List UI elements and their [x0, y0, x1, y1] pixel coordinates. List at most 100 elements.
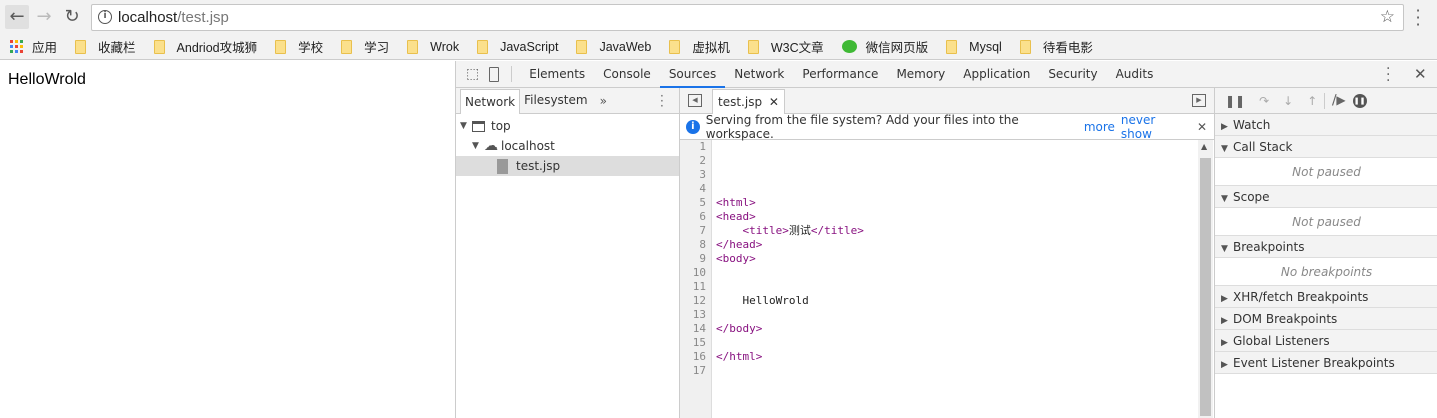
inspect-element-icon[interactable]: ⬚ — [466, 66, 479, 82]
tab-memory[interactable]: Memory — [887, 61, 954, 88]
collapsed-arrow-icon: ▶ — [1221, 338, 1228, 348]
scrollbar-thumb[interactable] — [1200, 158, 1211, 416]
line-number[interactable]: 4 — [680, 182, 711, 196]
bookmark-item[interactable]: 虚拟机 — [669, 37, 730, 56]
section-breakpoints[interactable]: ▼ Breakpoints — [1215, 236, 1437, 258]
file-tab[interactable]: test.jsp ✕ — [712, 88, 785, 114]
more-link[interactable]: more — [1084, 120, 1115, 134]
tab-network[interactable]: Network — [460, 88, 521, 114]
close-infobar-icon[interactable]: ✕ — [1197, 120, 1207, 134]
tab-sources[interactable]: Sources — [659, 61, 726, 88]
folder-icon — [576, 39, 588, 54]
file-tree: ▼ top ▼ ☁ localhost test.jsp — [456, 116, 679, 176]
back-button[interactable]: ← — [5, 5, 29, 29]
code-line: <html> — [716, 196, 756, 209]
devtools-menu-icon[interactable]: · · · — [1386, 62, 1390, 88]
bookmark-item[interactable]: 学校 — [275, 37, 323, 56]
line-number[interactable]: 10 — [680, 266, 711, 280]
pause-on-exceptions-icon[interactable]: ❚❚ — [1352, 93, 1367, 108]
section-global-listeners[interactable]: ▶ Global Listeners — [1215, 330, 1437, 352]
url-path: /test.jsp — [177, 9, 229, 26]
close-devtools-icon[interactable]: ✕ — [1414, 65, 1427, 83]
line-number[interactable]: 9 — [680, 252, 711, 266]
expanded-arrow-icon: ▼ — [1221, 144, 1228, 154]
url-text[interactable]: localhost/test.jsp — [118, 9, 229, 26]
browser-toolbar: ← → ↻ i localhost/test.jsp ☆ · · · — [0, 0, 1437, 34]
toggle-navigator-icon[interactable]: ◀ — [688, 94, 702, 107]
bookmark-label: Mysql — [969, 39, 1002, 54]
tab-security[interactable]: Security — [1039, 61, 1106, 88]
divider — [511, 66, 513, 82]
line-number[interactable]: 7 — [680, 224, 711, 238]
bookmark-item[interactable]: Wrok — [407, 39, 459, 54]
step-over-icon[interactable]: ↷ — [1259, 94, 1269, 108]
tab-audits[interactable]: Audits — [1107, 61, 1163, 88]
code-area[interactable]: <html> <head> <title>测试</title> </head> <bo… — [716, 140, 864, 378]
tab-application[interactable]: Application — [954, 61, 1039, 88]
tab-filesystem[interactable]: Filesystem — [520, 88, 591, 113]
code-line: </head> — [716, 238, 763, 251]
scroll-up-icon[interactable]: ▲ — [1201, 142, 1207, 151]
bookmark-item[interactable]: 收藏栏 — [75, 37, 136, 56]
section-event-listener-breakpoints[interactable]: ▶ Event Listener Breakpoints — [1215, 352, 1437, 374]
section-dom-breakpoints[interactable]: ▶ DOM Breakpoints — [1215, 308, 1437, 330]
line-number[interactable]: 15 — [680, 336, 711, 350]
close-tab-icon[interactable]: ✕ — [769, 95, 779, 109]
pause-icon[interactable]: ❚❚ — [1225, 94, 1245, 108]
line-number[interactable]: 11 — [680, 280, 711, 294]
bookmark-item[interactable]: 待看电影 — [1019, 37, 1093, 56]
line-number[interactable]: 6 — [680, 210, 711, 224]
tab-console[interactable]: Console — [594, 61, 660, 88]
step-out-icon[interactable]: ↑ — [1307, 94, 1317, 108]
bookmark-item[interactable]: Andriod攻城狮 — [153, 37, 257, 56]
tab-performance[interactable]: Performance — [793, 61, 887, 88]
section-scope[interactable]: ▼ Scope — [1215, 186, 1437, 208]
tree-item-top[interactable]: ▼ top — [456, 116, 679, 136]
deactivate-breakpoints-icon[interactable]: ⧸▶ — [1332, 93, 1345, 108]
tree-item-localhost[interactable]: ▼ ☁ localhost — [456, 136, 679, 156]
line-number[interactable]: 5 — [680, 196, 711, 210]
section-xhr-fetch-breakpoints[interactable]: ▶ XHR/fetch Breakpoints — [1215, 286, 1437, 308]
navigator-menu-icon[interactable]: · · · — [660, 90, 664, 112]
section-watch[interactable]: ▶ Watch — [1215, 114, 1437, 136]
tab-network[interactable]: Network — [725, 61, 793, 88]
line-number[interactable]: 12 — [680, 294, 711, 308]
bookmark-item[interactable]: 应用 — [10, 37, 57, 56]
expanded-arrow-icon: ▼ — [1221, 244, 1228, 254]
section-title: Watch — [1233, 118, 1271, 132]
device-toggle-icon[interactable] — [489, 66, 500, 82]
address-bar[interactable]: i localhost/test.jsp ☆ — [91, 4, 1404, 31]
never-show-link[interactable]: never show — [1121, 113, 1189, 141]
tree-item-test-jsp[interactable]: test.jsp — [456, 156, 679, 176]
info-icon[interactable]: i — [98, 10, 112, 24]
step-into-icon[interactable]: ↓ — [1283, 94, 1293, 108]
line-number[interactable]: 2 — [680, 154, 711, 168]
line-number[interactable]: 13 — [680, 308, 711, 322]
line-number[interactable]: 16 — [680, 350, 711, 364]
bookmark-item[interactable]: Mysql — [946, 39, 1002, 54]
line-number[interactable]: 1 — [680, 140, 711, 154]
toggle-debugger-icon[interactable]: ▶ — [1192, 94, 1206, 107]
section-call-stack[interactable]: ▼ Call Stack — [1215, 136, 1437, 158]
bookmark-item[interactable]: W3C文章 — [747, 37, 824, 56]
line-number[interactable]: 14 — [680, 322, 711, 336]
expanded-arrow-icon: ▼ — [1221, 194, 1228, 204]
more-tabs-icon[interactable]: » — [600, 94, 607, 108]
bookmark-star-icon[interactable]: ☆ — [1380, 7, 1395, 27]
line-number[interactable]: 8 — [680, 238, 711, 252]
tab-elements[interactable]: Elements — [520, 61, 594, 88]
expand-arrow-icon: ▼ — [472, 141, 479, 151]
forward-button[interactable]: → — [32, 5, 56, 29]
bookmark-item[interactable]: JavaScript — [477, 39, 558, 54]
bookmark-item[interactable]: JavaWeb — [576, 39, 651, 54]
editor-scrollbar[interactable]: ▲ — [1198, 140, 1213, 418]
reload-button[interactable]: ↻ — [60, 5, 84, 29]
bookmark-item[interactable]: 学习 — [341, 37, 389, 56]
bookmark-item[interactable]: 微信网页版 — [841, 37, 928, 56]
line-number[interactable]: 3 — [680, 168, 711, 182]
chrome-menu-button[interactable]: · · · — [1413, 3, 1423, 33]
line-number[interactable]: 17 — [680, 364, 711, 378]
folder-icon — [1019, 39, 1031, 54]
